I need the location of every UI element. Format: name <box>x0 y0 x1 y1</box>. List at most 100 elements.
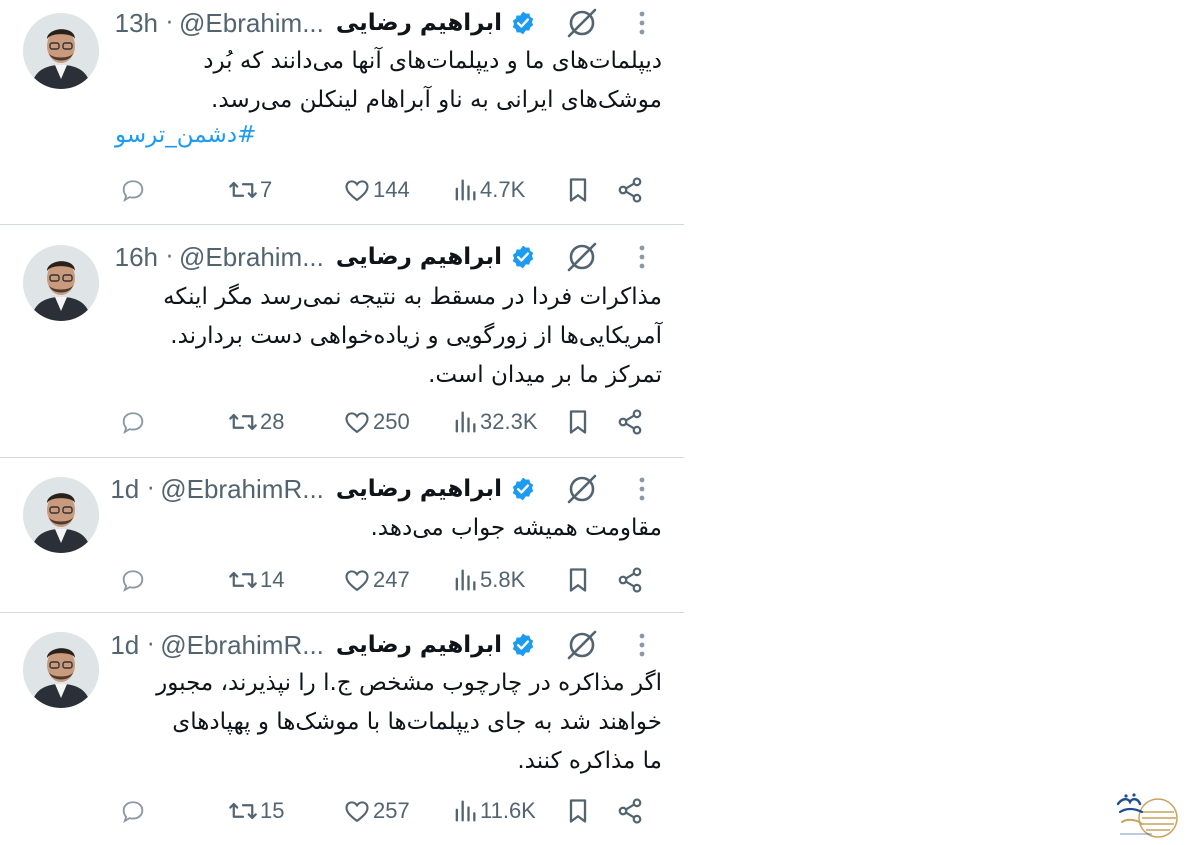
reply-icon <box>122 412 144 434</box>
bookmark-icon <box>569 799 587 823</box>
timestamp[interactable]: 1d <box>110 630 139 661</box>
display-name[interactable]: ابراهیم رضایی <box>336 244 502 270</box>
avatar[interactable] <box>23 632 99 708</box>
display-name[interactable]: ابراهیم رضایی <box>336 10 502 36</box>
like-count: 247 <box>373 567 410 592</box>
grok-icon[interactable] <box>565 472 599 506</box>
verified-badge-icon <box>510 244 536 270</box>
user-handle[interactable]: @EbrahimR... <box>160 474 324 505</box>
retweet-icon <box>229 802 257 820</box>
like-button[interactable]: 250 <box>343 407 410 437</box>
more-icon[interactable] <box>637 8 647 38</box>
bookmark-button[interactable] <box>566 796 590 826</box>
verified-badge-icon <box>510 632 536 658</box>
tweet-meta: 1d · @EbrahimR... ابراهیم رضایی <box>110 472 536 506</box>
tweet-text-line: دیپلمات‌های ما و دیپلمات‌های آنها می‌دان… <box>203 48 662 74</box>
share-icon <box>618 798 642 824</box>
grok-icon[interactable] <box>565 6 599 40</box>
bookmark-button[interactable] <box>566 565 590 595</box>
tweet-text-line: آمریکایی‌ها از زورگویی و زیاده‌خواهی دست… <box>170 323 662 349</box>
hashtag-link[interactable]: #دشمن_ترسو <box>115 122 256 148</box>
verified-badge-icon <box>510 10 536 36</box>
display-name[interactable]: ابراهیم رضایی <box>336 476 502 502</box>
like-button[interactable]: 247 <box>343 565 410 595</box>
tweet-actions: 28 250 32.3K <box>0 407 684 437</box>
reply-button[interactable] <box>119 407 147 437</box>
tweet-text-line: موشک‌های ایرانی به ناو آبراهام لینکلن می… <box>211 87 662 113</box>
more-icon[interactable] <box>637 242 647 272</box>
tweet-header: 1d · @EbrahimR... ابراهیم رضایی <box>110 628 654 662</box>
display-name[interactable]: ابراهیم رضایی <box>336 632 502 658</box>
share-button[interactable] <box>616 796 644 826</box>
retweet-button[interactable]: 7 <box>228 175 272 205</box>
avatar[interactable] <box>23 477 99 553</box>
like-icon <box>345 412 369 434</box>
tweet-header: 16h · @Ebrahim... ابراهیم رضایی <box>115 240 654 274</box>
like-count: 257 <box>373 798 410 823</box>
reply-icon <box>122 180 144 202</box>
tweet[interactable]: 16h · @Ebrahim... ابراهیم رضایی مذاکرات … <box>0 225 684 457</box>
timestamp[interactable]: 1d <box>110 474 139 505</box>
tweet-actions: 15 257 11.6K <box>0 796 684 826</box>
tweet-meta: 13h · @Ebrahim... ابراهیم رضایی <box>115 6 536 40</box>
more-icon[interactable] <box>637 630 647 660</box>
tweet-text-line: اگر مذاکره در چارچوب مشخص ج.ا را نپذیرند… <box>156 670 662 696</box>
views-count: 5.8K <box>480 567 526 592</box>
tweet-text-line: ما مذاکره کنند. <box>517 748 662 774</box>
like-icon <box>345 801 369 823</box>
views-icon <box>455 800 476 822</box>
tweet-text-line: تمرکز ما بر میدان است. <box>428 362 662 388</box>
reply-button[interactable] <box>119 565 147 595</box>
timestamp[interactable]: 16h <box>115 242 158 273</box>
bookmark-button[interactable] <box>566 407 590 437</box>
like-button[interactable]: 144 <box>343 175 410 205</box>
views-button[interactable]: 11.6K <box>452 796 536 826</box>
share-icon <box>618 567 642 593</box>
like-count: 144 <box>373 177 410 202</box>
reply-icon <box>122 570 144 592</box>
grok-icon[interactable] <box>565 240 599 274</box>
avatar[interactable] <box>23 13 99 89</box>
tweet-text-line: خواهند شد به جای دیپلمات‌ها با موشک‌ها و… <box>172 709 662 735</box>
tweet-meta: 1d · @EbrahimR... ابراهیم رضایی <box>110 628 536 662</box>
tweet-meta: 16h · @Ebrahim... ابراهیم رضایی <box>115 240 536 274</box>
views-button[interactable]: 5.8K <box>452 565 525 595</box>
bookmark-icon <box>569 568 587 592</box>
retweet-button[interactable]: 28 <box>228 407 284 437</box>
like-count: 250 <box>373 409 410 434</box>
tweet-text: اگر مذاکره در چارچوب مشخص ج.ا را نپذیرند… <box>102 664 662 781</box>
reply-button[interactable] <box>119 175 147 205</box>
tweet-actions: 7 144 4.7K <box>0 175 684 205</box>
user-handle[interactable]: @Ebrahim... <box>179 242 324 273</box>
avatar[interactable] <box>23 245 99 321</box>
tweet-text-line: مقاومت همیشه جواب می‌دهد. <box>370 515 662 541</box>
views-icon <box>455 569 476 591</box>
bookmark-button[interactable] <box>566 175 590 205</box>
views-button[interactable]: 4.7K <box>452 175 525 205</box>
tweet[interactable]: 1d · @EbrahimR... ابراهیم رضایی مقاومت ه… <box>0 458 684 612</box>
timestamp[interactable]: 13h <box>115 8 158 39</box>
like-button[interactable]: 257 <box>343 796 410 826</box>
tweet[interactable]: 1d · @EbrahimR... ابراهیم رضایی اگر مذاک… <box>0 613 684 845</box>
share-button[interactable] <box>616 407 644 437</box>
retweet-button[interactable]: 14 <box>228 565 284 595</box>
retweet-icon <box>229 571 257 589</box>
reply-button[interactable] <box>119 796 147 826</box>
share-button[interactable] <box>616 175 644 205</box>
more-icon[interactable] <box>637 474 647 504</box>
tweet[interactable]: 13h · @Ebrahim... ابراهیم رضایی دیپلمات‌… <box>0 0 684 224</box>
views-button[interactable]: 32.3K <box>452 407 538 437</box>
reply-icon <box>122 801 144 823</box>
retweet-button[interactable]: 15 <box>228 796 284 826</box>
retweet-count: 7 <box>260 177 273 202</box>
separator-dot: · <box>166 244 173 270</box>
user-handle[interactable]: @Ebrahim... <box>179 8 324 39</box>
tweet-header: 13h · @Ebrahim... ابراهیم رضایی <box>115 6 654 40</box>
grok-icon[interactable] <box>565 628 599 662</box>
user-handle[interactable]: @EbrahimR... <box>160 630 324 661</box>
bookmark-icon <box>569 410 587 434</box>
share-button[interactable] <box>616 565 644 595</box>
views-count: 4.7K <box>480 177 526 202</box>
like-icon <box>345 570 369 592</box>
tweet-text: مقاومت همیشه جواب می‌دهد. <box>102 509 662 548</box>
